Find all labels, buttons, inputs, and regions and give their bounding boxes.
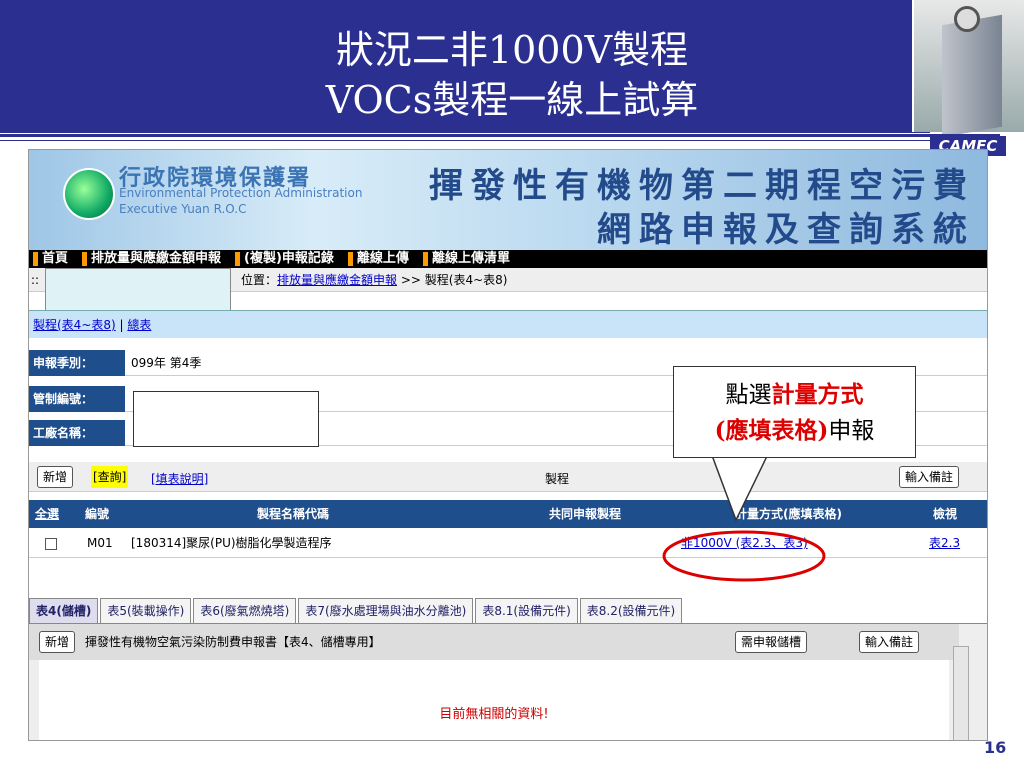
system-title-line2: 網路申報及查詢系統 (597, 210, 975, 250)
season-label: 申報季別： (29, 350, 125, 376)
control-label: 管制編號： (29, 386, 125, 412)
building-body (942, 14, 1002, 138)
process-toolbar: 新增 [查詢] [填表說明] 製程 輸入備註 (29, 462, 987, 492)
callout-text-d: 申報 (828, 418, 875, 444)
tank-panel: 新增 揮發性有機物空氣污染防制費申報書【表4、儲槽專用】 需申報儲槽 輸入備註 … (29, 624, 987, 740)
scrollbar[interactable] (953, 646, 969, 740)
nav-offline-list[interactable]: 離線上傳清單 (422, 252, 520, 266)
redacted-field (133, 391, 319, 447)
view-link[interactable]: 表2.3 (929, 528, 960, 558)
org-name-en2: Executive Yuan R.O.C (119, 202, 247, 216)
system-title-line1: 揮發性有機物第二期程空污費 (429, 166, 975, 206)
breadcrumb-suffix: >> 製程(表4~表8) (397, 273, 508, 287)
subnav-summary[interactable]: 總表 (127, 318, 151, 332)
org-name-en: Environmental Protection Administration (119, 186, 363, 200)
subnav-process[interactable]: 製程(表4~表8) (33, 318, 116, 332)
site-banner: 行政院環境保護署 Environmental Protection Admini… (29, 150, 987, 250)
divider-line (0, 134, 1000, 137)
nav-records[interactable]: (複製)申報記錄 (235, 252, 344, 266)
sub-nav: 製程(表4~表8) | 總表 (29, 310, 987, 338)
tab-table4[interactable]: 表4(儲槽) (29, 598, 99, 623)
epa-logo-icon (63, 168, 115, 220)
building-dome (954, 6, 980, 32)
breadcrumb-link[interactable]: 排放量與應繳金額申報 (277, 273, 397, 287)
note-button[interactable]: 輸入備註 (899, 466, 960, 488)
callout-text-c: (應填表格) (714, 417, 829, 444)
subnav-sep: | (115, 318, 128, 332)
panel-title: 揮發性有機物空氣污染防制費申報書【表4、儲槽專用】 (85, 635, 381, 649)
callout-pointer (709, 450, 771, 522)
tab-table6[interactable]: 表6(廢氣燃燒塔) (193, 598, 297, 623)
season-value: 099年 第4季 (131, 356, 202, 370)
slide-title-line1: 狀況二非1000V製程 (335, 28, 689, 72)
help-link[interactable]: [填表說明] (151, 470, 208, 487)
need-tank-button[interactable]: 需申報儲槽 (735, 631, 808, 653)
callout-text-b: 計量方式 (771, 381, 864, 408)
row-checkbox[interactable] (45, 538, 57, 550)
callout-box: 點選計量方式 (應填表格)申報 (673, 366, 916, 458)
callout-text-a: 點選 (725, 382, 772, 408)
col-view: 檢視 (933, 507, 958, 521)
location-dots: :: (31, 273, 40, 287)
panel-note-button[interactable]: 輸入備註 (859, 631, 920, 653)
breadcrumb-prefix: 位置： (241, 273, 278, 287)
select-all[interactable]: 全選 (35, 500, 59, 528)
query-button[interactable]: [查詢] (91, 466, 129, 488)
nav-home[interactable]: 首頁 (33, 252, 78, 266)
add-button[interactable]: 新增 (37, 466, 74, 488)
row-id: M01 (87, 536, 113, 550)
section-label: 製程 (545, 472, 570, 486)
tab-table81[interactable]: 表8.1(設備元件) (475, 598, 578, 623)
panel-add-button[interactable]: 新增 (39, 631, 76, 653)
factory-label: 工廠名稱： (29, 420, 125, 446)
tab-table5[interactable]: 表5(裝載操作) (100, 598, 192, 623)
table-tabs: 表4(儲槽) 表5(裝載操作) 表6(廢氣燃燒塔) 表7(廢水處理場與油水分離池… (29, 598, 987, 624)
nav-offline-upload[interactable]: 離線上傳 (347, 252, 419, 266)
nav-declare[interactable]: 排放量與應繳金額申報 (82, 252, 231, 266)
location-bar: :: 位置：排放量與應繳金額申報 >> 製程(表4~表8) (29, 268, 987, 312)
panel-toolbar: 新增 揮發性有機物空氣污染防制費申報書【表4、儲槽專用】 需申報儲槽 輸入備註 (29, 624, 959, 660)
table-row: M01 [180314]聚尿(PU)樹脂化學製造程序 非1000V (表2.3、… (29, 528, 987, 558)
redacted-box (45, 268, 231, 312)
divider-line-thin (0, 140, 1000, 141)
col-shared: 共同申報製程 (549, 507, 622, 521)
slide-header: 狀況二非1000V製程 VOCs製程一線上試算 (0, 0, 1024, 138)
col-id: 編號 (85, 507, 110, 521)
table-header: 全選 編號 製程名稱代碼 共同申報製程 計量方式(應填表格) 檢視 (29, 500, 987, 528)
empty-message: 目前無相關的資料! (39, 660, 949, 740)
row-name: [180314]聚尿(PU)樹脂化學製造程序 (131, 536, 332, 550)
highlight-ellipse (662, 530, 826, 582)
slide-title-line2: VOCs製程一線上試算 (325, 78, 699, 122)
tab-table82[interactable]: 表8.2(設備元件) (579, 598, 683, 623)
top-nav: 首頁 排放量與應繳金額申報 (複製)申報記錄 離線上傳 離線上傳清單 (29, 250, 987, 268)
col-name: 製程名稱代碼 (257, 507, 330, 521)
building-photo (912, 0, 1024, 138)
breadcrumb: 位置：排放量與應繳金額申報 >> 製程(表4~表8) (241, 268, 507, 292)
page-number: 16 (984, 738, 1007, 757)
tab-table7[interactable]: 表7(廢水處理場與油水分離池) (298, 598, 474, 623)
